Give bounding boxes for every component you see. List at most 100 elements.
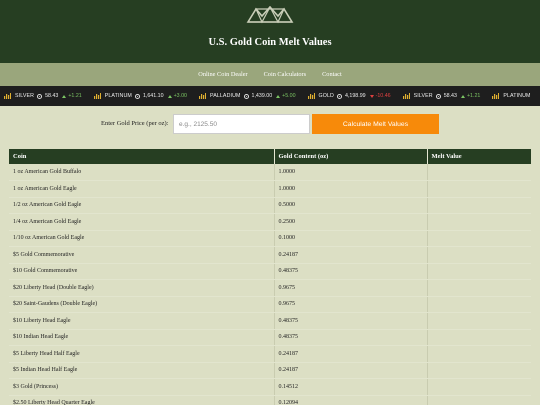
- calculator: Enter Gold Price (per oz): Calculate Mel…: [0, 114, 540, 134]
- ticker-item: SILVER 58.43 +1.21: [402, 93, 481, 99]
- cell-coin-name: 1 oz American Gold Buffalo: [9, 164, 275, 181]
- up-arrow-icon: [167, 94, 172, 98]
- cell-melt-value: [427, 230, 531, 247]
- column-header-coin: Coin: [9, 149, 275, 164]
- calculate-melt-values-button[interactable]: Calculate Melt Values: [312, 114, 439, 134]
- ticker-change: -10.46: [375, 93, 391, 99]
- cell-gold-content: 0.5000: [274, 197, 428, 214]
- table-row: 1/10 oz American Gold Eagle 0.1000: [9, 230, 531, 247]
- cell-melt-value: [427, 395, 531, 405]
- cell-gold-content: 1.0000: [274, 164, 428, 181]
- cell-coin-name: $10 Liberty Head Eagle: [9, 312, 275, 330]
- cell-gold-content: 0.48375: [274, 312, 428, 330]
- cell-melt-value: [427, 197, 531, 214]
- up-arrow-icon: [460, 94, 465, 98]
- cell-coin-name: 1/4 oz American Gold Eagle: [9, 213, 275, 231]
- cell-coin-name: $10 Indian Head Eagle: [9, 329, 275, 346]
- cell-coin-name: $3 Gold (Princess): [9, 378, 275, 396]
- cell-coin-name: $20 Saint-Gaudens (Double Eagle): [9, 296, 275, 313]
- table-row: $10 Indian Head Eagle 0.48375: [9, 329, 531, 346]
- table-row: 1 oz American Gold Eagle 1.0000: [9, 180, 531, 198]
- gold-price-input[interactable]: [173, 114, 310, 134]
- cell-coin-name: 1/10 oz American Gold Eagle: [9, 230, 275, 247]
- ticker-price: 58.43: [443, 93, 457, 99]
- price-ticker: SILVER 58.43 +1.21 PLATINUM 1,641.10 +3.00 PAL…: [0, 86, 540, 106]
- cell-gold-content: 0.24187: [274, 345, 428, 363]
- cell-gold-content: 0.14512: [274, 378, 428, 396]
- cell-coin-name: $5 Gold Commemorative: [9, 246, 275, 264]
- cell-melt-value: [427, 279, 531, 297]
- cell-gold-content: 1.0000: [274, 180, 428, 198]
- main-nav: Online Coin Dealer Coin Calculators Cont…: [0, 63, 540, 86]
- table-row: $5 Gold Commemorative 0.24187: [9, 246, 531, 264]
- column-header-gold-content: Gold Content (oz): [274, 149, 428, 164]
- table-row: $5 Liberty Head Half Eagle 0.24187: [9, 345, 531, 363]
- table-row: $10 Gold Commemorative 0.48375: [9, 263, 531, 280]
- cell-gold-content: 0.9675: [274, 296, 428, 313]
- melt-values-table: Coin Gold Content (oz) Melt Value 1 oz A…: [9, 149, 531, 405]
- ticker-change: +1.21: [466, 93, 481, 99]
- melt-values-table-wrap: Coin Gold Content (oz) Melt Value 1 oz A…: [9, 149, 531, 405]
- nav-contact[interactable]: Contact: [314, 71, 350, 78]
- nav-online-coin-dealer[interactable]: Online Coin Dealer: [190, 71, 255, 78]
- ticker-metal-name: PLATINUM: [104, 93, 132, 99]
- ticker-metal-name: GOLD: [318, 93, 334, 99]
- column-header-melt-value: Melt Value: [427, 149, 531, 164]
- table-row: $10 Liberty Head Eagle 0.48375: [9, 312, 531, 330]
- table-row: 1/4 oz American Gold Eagle 0.2500: [9, 213, 531, 231]
- ticker-track: SILVER 58.43 +1.21 PLATINUM 1,641.10 +3.00 PAL…: [4, 86, 540, 106]
- cell-gold-content: 0.24187: [274, 246, 428, 264]
- ticker-price: 58.43: [45, 93, 59, 99]
- target-icon: [37, 93, 43, 99]
- down-arrow-icon: [369, 94, 374, 98]
- cell-gold-content: 0.2500: [274, 213, 428, 231]
- ticker-metal-name: PLATINUM: [503, 93, 531, 99]
- cell-coin-name: $5 Liberty Head Half Eagle: [9, 345, 275, 363]
- cell-melt-value: [427, 345, 531, 363]
- nav-coin-calculators[interactable]: Coin Calculators: [256, 71, 315, 78]
- cell-melt-value: [427, 180, 531, 198]
- table-row: $2.50 Liberty Head Quarter Eagle 0.12094: [9, 395, 531, 405]
- ticker-price: 1,439.00: [251, 93, 273, 99]
- mini-chart-icon: [492, 93, 500, 99]
- ticker-item: PLATINUM 1,641.10 +3.00: [93, 93, 187, 99]
- cell-coin-name: 1 oz American Gold Eagle: [9, 180, 275, 198]
- ticker-change: +3.00: [173, 93, 187, 99]
- ticker-metal-name: SILVER: [15, 93, 35, 99]
- cell-gold-content: 0.12094: [274, 395, 428, 405]
- ticker-item: PALLADIUM 1,439.00 +5.00: [198, 93, 296, 99]
- cell-melt-value: [427, 213, 531, 231]
- mini-chart-icon: [198, 93, 206, 99]
- table-row: $20 Saint-Gaudens (Double Eagle) 0.9675: [9, 296, 531, 313]
- cell-gold-content: 0.9675: [274, 279, 428, 297]
- cell-gold-content: 0.48375: [274, 329, 428, 346]
- cell-gold-content: 0.1000: [274, 230, 428, 247]
- mountain-logo-icon[interactable]: [246, 6, 294, 24]
- ticker-item: GOLD 4,198.99 -10.46: [307, 93, 391, 99]
- table-row: $20 Liberty Head (Double Eagle) 0.9675: [9, 279, 531, 297]
- ticker-item: SILVER 58.43 +1.21: [4, 93, 82, 99]
- ticker-price: 4,198.99: [344, 93, 366, 99]
- table-row: 1 oz American Gold Buffalo 1.0000: [9, 164, 531, 181]
- mini-chart-icon: [307, 93, 315, 99]
- cell-melt-value: [427, 378, 531, 396]
- cell-gold-content: 0.24187: [274, 362, 428, 379]
- table-row: 1/2 oz American Gold Eagle 0.5000: [9, 197, 531, 214]
- page-title: U.S. Gold Coin Melt Values: [208, 37, 332, 48]
- mini-chart-icon: [4, 93, 11, 99]
- ticker-price: 1,641.10: [142, 93, 164, 99]
- target-icon: [336, 93, 342, 99]
- cell-gold-content: 0.48375: [274, 263, 428, 280]
- cell-melt-value: [427, 312, 531, 330]
- cell-melt-value: [427, 329, 531, 346]
- cell-melt-value: [427, 164, 531, 181]
- ticker-metal-name: SILVER: [413, 93, 433, 99]
- table-row: $3 Gold (Princess) 0.14512: [9, 378, 531, 396]
- up-arrow-icon: [62, 94, 67, 98]
- ticker-change: +5.00: [282, 93, 296, 99]
- ticker-item: PLATINUM: [492, 93, 533, 99]
- mini-chart-icon: [402, 93, 410, 99]
- cell-coin-name: $5 Indian Head Half Eagle: [9, 362, 275, 379]
- cell-melt-value: [427, 263, 531, 280]
- cell-coin-name: 1/2 oz American Gold Eagle: [9, 197, 275, 214]
